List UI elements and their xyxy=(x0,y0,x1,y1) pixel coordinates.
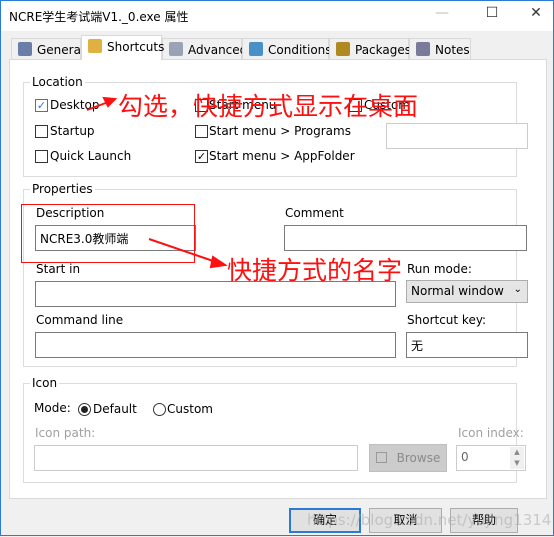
properties-dialog: NCRE学生考试端V1._0.exe 属性 — ☐ ✕ General Shor… xyxy=(0,0,554,536)
arrow-icon xyxy=(86,96,228,269)
annotation-arrows xyxy=(86,96,228,269)
watermark: https://blog.csdn.net/yujing1314 xyxy=(307,511,552,529)
tab-shortcuts[interactable]: Shortcuts xyxy=(81,35,165,60)
tab-label: Shortcuts xyxy=(107,40,165,54)
folder-shortcut-icon xyxy=(88,39,102,53)
